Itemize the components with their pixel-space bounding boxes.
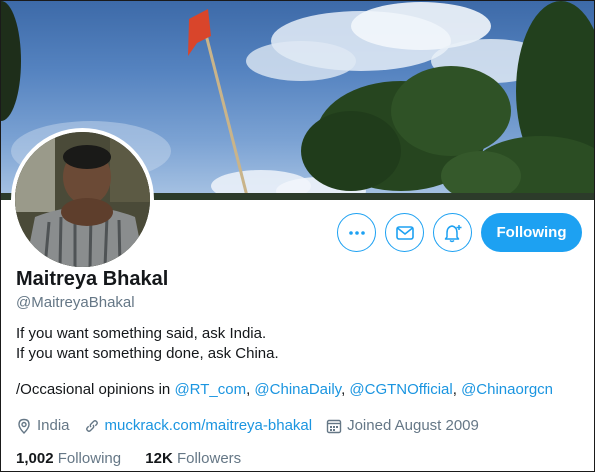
mention-link[interactable]: @ChinaDaily	[254, 381, 341, 398]
followers-count: 12K	[145, 450, 173, 467]
following-stat[interactable]: 1,002 Following	[16, 450, 121, 467]
join-date-text: Joined August 2009	[347, 417, 479, 434]
mail-icon	[395, 225, 414, 240]
bio-mentions-line: /Occasional opinions in @RT_com, @ChinaD…	[16, 381, 554, 398]
notification-bell-icon	[444, 224, 461, 242]
notifications-button[interactable]	[433, 213, 472, 252]
mention-link[interactable]: @Chinaorgcn	[461, 381, 553, 398]
following-button[interactable]: Following	[481, 213, 582, 252]
followers-stat[interactable]: 12K Followers	[145, 450, 241, 467]
more-icon	[348, 230, 365, 235]
mention-link[interactable]: @CGTNOfficial	[349, 381, 452, 398]
following-label: Following	[57, 450, 122, 467]
location-pin-icon	[18, 418, 30, 434]
profile-stats: 1,002 Following 12K Followers	[16, 450, 261, 467]
avatar[interactable]	[11, 128, 154, 271]
bio-prefix: /Occasional opinions in	[16, 381, 171, 398]
bio-line: If you want something done, ask China.	[16, 345, 279, 362]
location-text: India	[37, 417, 70, 434]
mention-link[interactable]: @RT_com	[174, 381, 246, 398]
profile-handle: @MaitreyaBhakal	[16, 294, 135, 311]
profile-meta: India muckrack.com/maitreya-bhakal Joine…	[16, 417, 493, 434]
avatar-photo	[15, 132, 150, 267]
followers-label: Followers	[176, 450, 242, 467]
more-options-button[interactable]	[337, 213, 376, 252]
calendar-icon	[326, 419, 342, 433]
profile-name: Maitreya Bhakal	[16, 268, 169, 290]
profile-page: Following Maitreya Bhakal @MaitreyaBhaka…	[0, 0, 595, 472]
join-date: Joined August 2009	[326, 417, 479, 434]
website-link[interactable]: muckrack.com/maitreya-bhakal	[105, 417, 313, 434]
link-icon	[85, 419, 98, 432]
following-count: 1,002	[16, 450, 54, 467]
message-button[interactable]	[385, 213, 424, 252]
bio-line: If you want something said, ask India.	[16, 325, 267, 342]
location: India	[16, 417, 70, 434]
website: muckrack.com/maitreya-bhakal	[84, 417, 313, 434]
profile-bio: If you want something said, ask India. I…	[16, 324, 576, 400]
